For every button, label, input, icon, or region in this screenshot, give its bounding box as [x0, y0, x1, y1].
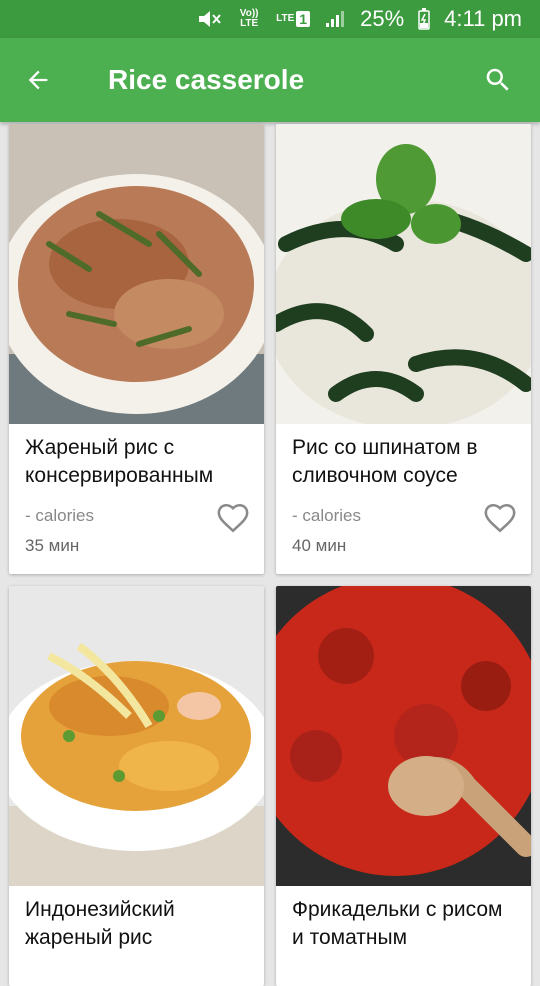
favorite-button[interactable]	[483, 502, 517, 534]
favorite-button[interactable]	[216, 502, 250, 534]
recipe-time: 40 мин	[292, 536, 347, 555]
battery-charging-icon	[418, 8, 430, 30]
recipe-name: Жареный рис с консервированным	[25, 436, 214, 487]
sim-slot-badge: 1	[296, 11, 311, 27]
back-button[interactable]	[18, 60, 58, 100]
signal-icon	[324, 9, 346, 29]
spinach-rice-photo	[276, 124, 531, 424]
recipe-calories: - calories	[292, 506, 361, 525]
recipe-card[interactable]: Жареный рис с консервированным - calorie…	[9, 124, 264, 574]
search-button[interactable]	[478, 60, 518, 100]
heart-outline-icon	[217, 503, 249, 533]
status-bar: Vo)) LTE LTE 1 25% 4:11 pm	[0, 0, 540, 38]
recipe-card[interactable]: Индонезийский жареный рис	[9, 586, 264, 986]
app-bar: Rice casserole	[0, 38, 540, 122]
recipe-name: Рис со шпинатом в сливочном соусе	[292, 436, 478, 487]
lte-label: LTE	[276, 13, 295, 24]
recipe-name: Индонезийский жареный рис	[25, 898, 175, 949]
recipe-card[interactable]: Рис со шпинатом в сливочном соусе - calo…	[276, 124, 531, 574]
battery-percent: 25%	[360, 6, 405, 31]
recipe-time: 35 мин	[25, 536, 80, 555]
search-icon	[486, 68, 509, 91]
fried-rice-photo	[9, 124, 264, 424]
arrow-back-icon	[28, 70, 48, 90]
recipe-name: Фрикадельки с рисом и томатным	[292, 898, 503, 949]
indonesian-rice-photo	[9, 586, 264, 886]
heart-outline-icon	[484, 503, 516, 533]
mute-icon	[196, 9, 222, 29]
recipe-card[interactable]: Фрикадельки с рисом и томатным	[276, 586, 531, 986]
clock: 4:11 pm	[444, 6, 522, 31]
lte-indicator: LTE 1	[276, 11, 311, 27]
recipe-calories: - calories	[25, 506, 94, 525]
volte-indicator: Vo)) LTE	[239, 8, 259, 29]
meatballs-photo	[276, 586, 531, 886]
page-title: Rice casserole	[108, 64, 305, 95]
